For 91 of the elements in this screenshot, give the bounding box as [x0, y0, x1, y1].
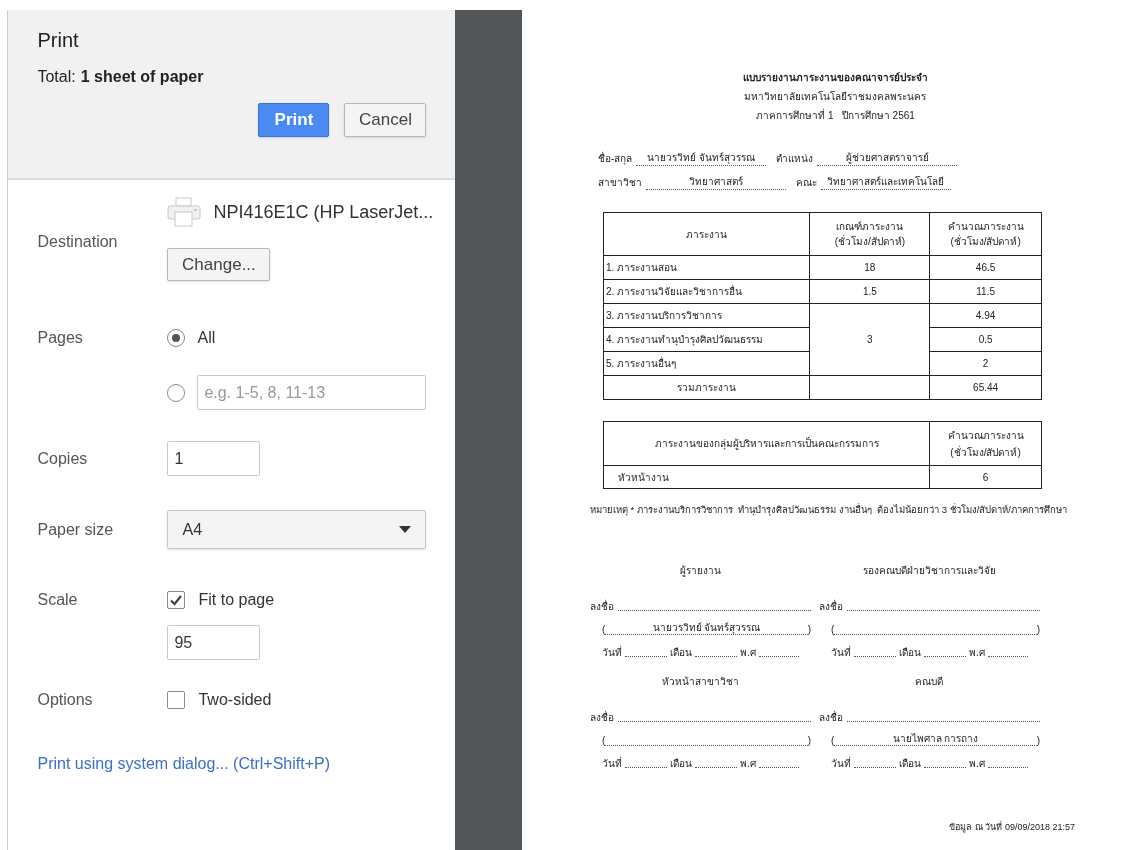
signer-name: นายวรวิทย์ จันทร์สุวรรณ	[605, 621, 808, 636]
table-cell: 4. ภาระงานทำนุบำรุงศิลปวัฒนธรรม	[603, 327, 810, 352]
dialog-title: Print	[37, 28, 79, 53]
field-value: นายวรวิทย์ จันทร์สุวรรณ	[636, 151, 767, 166]
setting-label: Paper size	[37, 519, 114, 540]
document-heading: มหาวิทยาลัยเทคโนโลยีราชมงคลพระนคร	[744, 90, 927, 104]
date-label: วันที่	[602, 645, 622, 661]
bracket: (	[602, 734, 606, 749]
field-label: สาขาวิชา	[598, 176, 642, 190]
field-label: ชื่อ-สกุล	[598, 151, 633, 166]
radio-button[interactable]	[167, 383, 186, 402]
date-label: พ.ศ	[969, 757, 985, 772]
date-label: เดือน	[899, 646, 921, 661]
table-cell: 1.5	[810, 279, 930, 304]
column-header: คำนวณภาระงาน (ชั่วโมง/สัปดาห์)	[929, 421, 1042, 466]
date-label: วันที่	[602, 756, 622, 772]
field-value: วิทยาศาสตร์และเทคโนโลยี	[821, 175, 951, 190]
setting-label: Copies	[37, 448, 88, 469]
date-label: เดือน	[670, 646, 692, 661]
printer-name: NPI416E1C (HP LaserJet...	[213, 200, 434, 224]
field-value: ผู้ช่วยศาสตราจารย์	[817, 151, 958, 166]
setting-label: Scale	[37, 590, 78, 610]
date-label: เดือน	[899, 757, 921, 772]
date-label: พ.ศ	[740, 646, 756, 661]
table-cell: 3	[810, 303, 930, 376]
column-header: ภาระงาน	[603, 212, 810, 256]
bracket: )	[1036, 734, 1040, 749]
bracket: )	[807, 623, 811, 638]
table-cell: 6	[929, 465, 1042, 489]
checkbox[interactable]	[167, 591, 186, 609]
bracket: )	[1036, 623, 1040, 638]
table-cell: 4.94	[929, 303, 1042, 328]
table-cell: 65.44	[929, 375, 1042, 400]
signer-name: นายไพศาล การถาง	[834, 732, 1037, 747]
signature-title: ผู้รายงาน	[680, 564, 721, 579]
table-cell: 3. ภาระงานบริการวิชาการ	[603, 303, 810, 328]
bracket: )	[807, 734, 811, 749]
document-heading: แบบรายงานภาระงานของคณาจารย์ประจำ	[743, 71, 928, 85]
table-cell: 46.5	[929, 255, 1042, 280]
timestamp: ข้อมูล ณ วันที่ 09/09/2018 21:57	[949, 821, 1075, 835]
field-value: วิทยาศาสตร์	[646, 175, 786, 190]
table-cell: 1. ภาระงานสอน	[603, 255, 810, 280]
radio-button[interactable]	[167, 329, 186, 347]
checkbox[interactable]	[167, 691, 186, 709]
table-cell: 11.5	[929, 279, 1042, 304]
cancel-button[interactable]: Cancel	[344, 103, 427, 137]
table-cell: 2. ภาระงานวิจัยและวิชาการอื่น	[603, 279, 810, 304]
input-field[interactable]: e.g. 1-5, 8, 11-13	[197, 375, 427, 410]
input-field[interactable]: 1	[167, 441, 261, 476]
column-header: คำนวณภาระงาน (ชั่วโมง/สัปดาห์)	[929, 212, 1042, 256]
signature-title: คณบดี	[915, 675, 944, 690]
field-label: คณะ	[796, 176, 817, 190]
setting-label: Pages	[37, 328, 83, 348]
printer-icon	[167, 197, 202, 227]
sign-label: ลงชื่อ	[590, 710, 614, 726]
note-text: หมายเหตุ * ภาระงานบริการวิชาการ ทำนุบำรุงศิลปวัฒนธรรม งานอื่นๆ ต้องไม่น้อยกว่า 3 ชั่วโมง/สัปดาห์/ภาคการศึกษา	[590, 503, 1067, 518]
document-heading: ภาคการศึกษาที่ 1 ปีการศึกษา 2561	[756, 107, 915, 123]
total-label: Total:	[37, 67, 76, 87]
setting-label: Destination	[37, 232, 118, 252]
total-value: 1 sheet of paper	[80, 67, 204, 87]
bracket: (	[831, 623, 835, 638]
date-label: พ.ศ	[969, 646, 985, 661]
sign-label: ลงชื่อ	[590, 599, 614, 615]
table-cell: 5. ภาระงานอื่นๆ	[603, 351, 810, 376]
radio-label: All	[197, 328, 216, 348]
sign-label: ลงชื่อ	[819, 710, 843, 726]
sign-label: ลงชื่อ	[819, 599, 843, 615]
paper-size-dropdown[interactable]: A4	[167, 510, 427, 549]
table-cell: หัวหน้างาน	[603, 465, 930, 489]
table-cell: 0.5	[929, 327, 1042, 352]
table-cell: รวมภาระงาน	[603, 375, 810, 400]
date-label: วันที่	[831, 645, 851, 661]
date-label: พ.ศ	[740, 757, 756, 772]
checkbox-label: Fit to page	[198, 590, 275, 610]
change-button[interactable]: Change...	[167, 248, 271, 281]
dropdown-arrow-icon	[399, 526, 412, 533]
signature-title: รองคณบดีฝ่ายวิชาการและวิจัย	[863, 564, 996, 579]
column-header: เกณฑ์ภาระงาน (ชั่วโมง/สัปดาห์)	[810, 212, 930, 256]
table-cell: 18	[810, 255, 930, 280]
date-label: เดือน	[670, 757, 692, 772]
field-label: ตำแหน่ง	[776, 152, 814, 166]
bracket: (	[831, 734, 835, 749]
bracket: (	[602, 623, 606, 638]
system-dialog-link[interactable]: Print using system dialog... (Ctrl+Shift+P)	[37, 752, 331, 776]
column-header: ภาระงานของกลุ่มผู้บริหารและการเป็นคณะกรรมการ	[603, 421, 930, 466]
input-field[interactable]: 95	[167, 625, 261, 660]
date-label: วันที่	[831, 756, 851, 772]
checkbox-label: Two-sided	[198, 690, 272, 710]
signature-title: หัวหน้าสาขาวิชา	[662, 675, 739, 690]
table-cell: 2	[929, 351, 1042, 376]
setting-label: Options	[37, 690, 93, 710]
